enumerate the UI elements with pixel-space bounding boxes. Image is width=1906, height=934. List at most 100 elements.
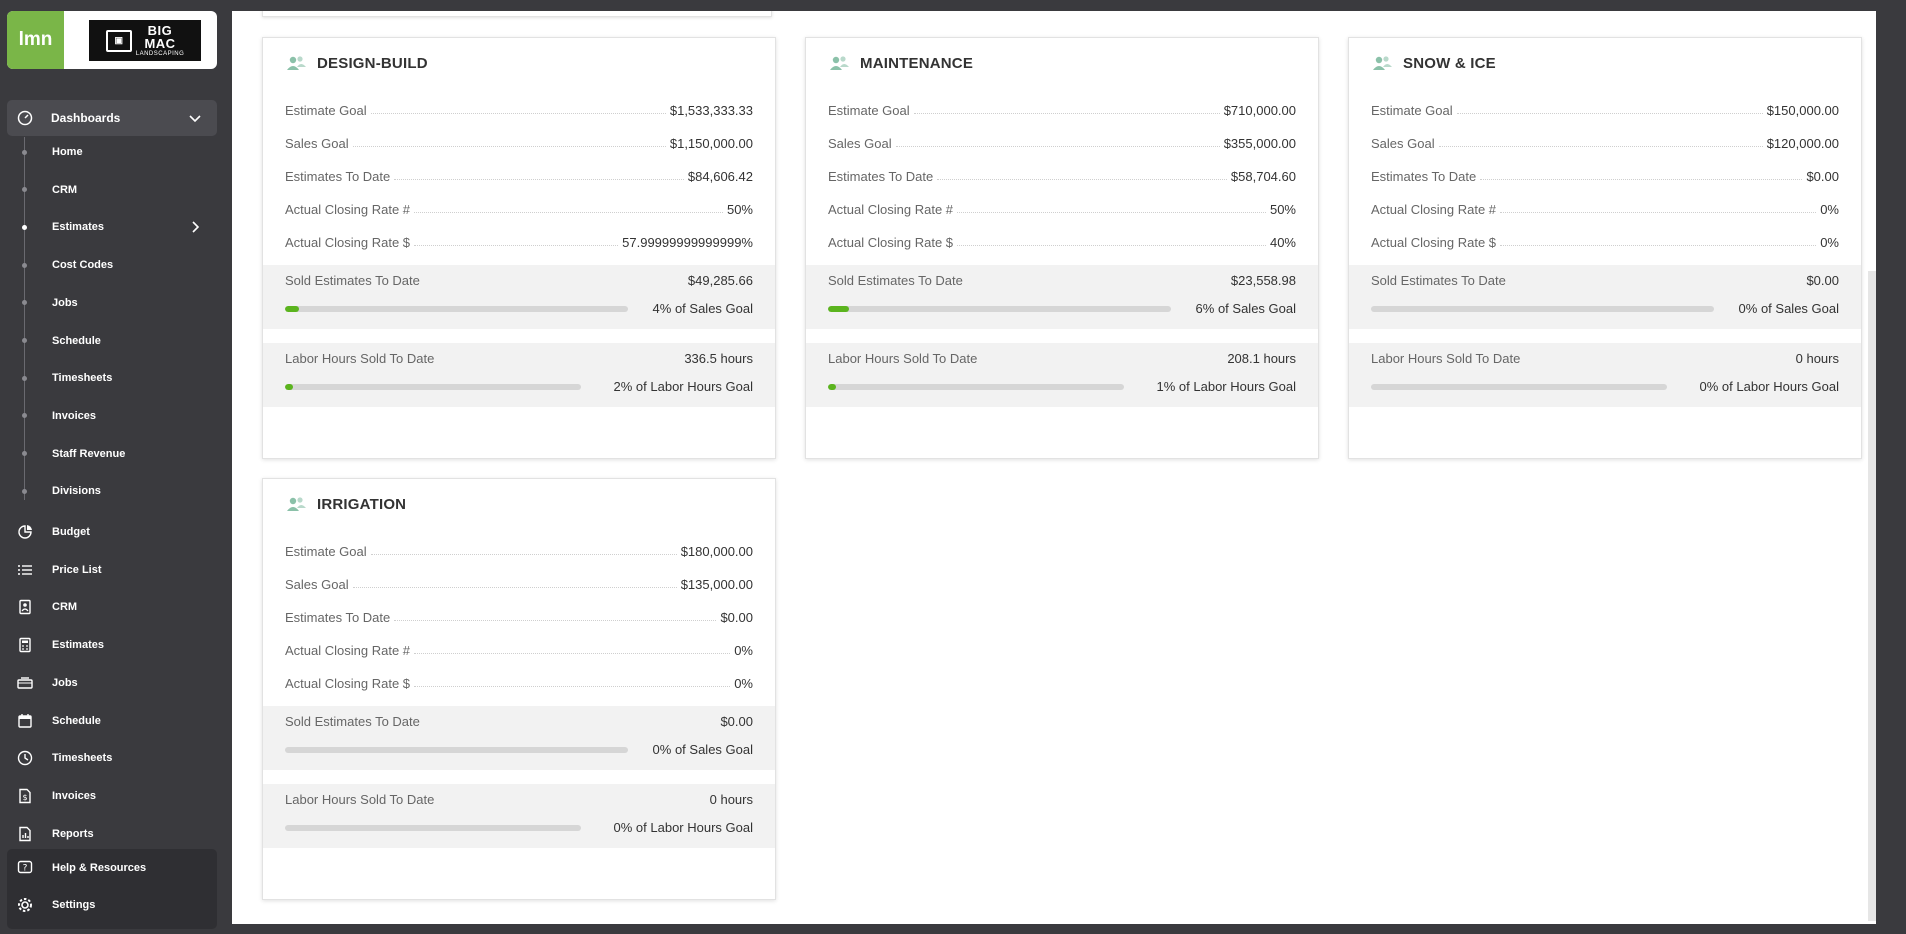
nav-item-help-resources[interactable]: ? Help & Resources	[0, 853, 232, 883]
subnav-item-jobs[interactable]: Jobs	[0, 288, 232, 318]
metric-value: 57.99999999999999%	[622, 235, 753, 250]
subnav-item-label: CRM	[52, 183, 78, 196]
metric-value: 0%	[1820, 235, 1839, 250]
sold-progress-track	[285, 305, 628, 312]
subnav-item-label: Jobs	[52, 296, 78, 309]
leader-dots	[1500, 212, 1817, 213]
labor-progress-fill	[285, 383, 293, 390]
subnav-item-invoices[interactable]: Invoices	[0, 401, 232, 431]
nav-item-estimates[interactable]: Estimates	[0, 630, 232, 660]
metric-value: 50%	[726, 202, 753, 217]
leader-dots	[414, 245, 619, 246]
card-header: SNOW & ICE	[1371, 52, 1496, 74]
tree-dot-icon	[22, 338, 27, 343]
nav-dashboards[interactable]: Dashboards	[7, 100, 217, 136]
sold-value: $23,558.98	[1230, 273, 1296, 288]
nav-item-settings[interactable]: Settings	[0, 890, 232, 920]
subnav-item-label: Divisions	[52, 485, 101, 498]
subnav-item-divisions[interactable]: Divisions	[0, 476, 232, 506]
nav-item-schedule[interactable]: Schedule	[0, 706, 232, 736]
leader-dots	[352, 587, 677, 588]
nav-item-label: CRM	[52, 601, 78, 614]
metric-row: Estimates To Date $58,704.60	[828, 166, 1296, 184]
metric-value: 0%	[734, 676, 753, 691]
nav-item-reports[interactable]: Reports	[0, 819, 232, 849]
list-icon	[18, 564, 32, 575]
users-icon	[287, 497, 306, 511]
metric-value: $84,606.42	[687, 169, 753, 184]
metric-row: Estimates To Date $0.00	[1371, 166, 1839, 184]
leader-dots	[1456, 113, 1763, 114]
nav-item-jobs[interactable]: Jobs	[0, 668, 232, 698]
nav-item-crm[interactable]: CRM	[0, 592, 232, 622]
metric-label: Sales Goal	[285, 136, 349, 151]
nav-item-label: Budget	[52, 526, 90, 538]
subnav-item-staff-revenue[interactable]: Staff Revenue	[0, 439, 232, 469]
chevron-right-icon[interactable]	[188, 220, 202, 234]
client-logo-line3: LANDSCAPING	[135, 51, 185, 57]
leader-dots	[370, 554, 677, 555]
subnav-item-label: Timesheets	[52, 372, 113, 385]
metric-label: Estimates To Date	[1371, 169, 1477, 184]
nav-item-invoices[interactable]: $ Invoices	[0, 781, 232, 811]
division-card-irrigation: IRRIGATION Estimate Goal $180,000.00 Sales …	[262, 478, 776, 900]
client-logo-mark-icon: ▣	[105, 29, 132, 52]
bottom-nav: ? Help & Resources Settings	[7, 849, 217, 929]
sold-value: $49,285.66	[687, 273, 753, 288]
card-title: MAINTENANCE	[860, 54, 974, 72]
labor-progress-track	[1371, 383, 1667, 390]
nav-item-price-list[interactable]: Price List	[0, 555, 232, 585]
subnav-item-schedule[interactable]: Schedule	[0, 326, 232, 356]
brand-logos[interactable]: lmn ▣ BIG MAC LANDSCAPING	[7, 11, 217, 69]
metric-value: $150,000.00	[1766, 103, 1839, 118]
sold-percent-label: 6% of Sales Goal	[1195, 301, 1296, 316]
division-card-snow-ice: SNOW & ICE Estimate Goal $150,000.00 Sales …	[1348, 37, 1862, 459]
metric-label: Sales Goal	[285, 577, 349, 592]
nav-item-label: Settings	[52, 899, 96, 911]
nav-item-label: Jobs	[52, 676, 78, 689]
metric-row: Actual Closing Rate $ 0%	[285, 673, 753, 691]
nav-item-timesheets[interactable]: Timesheets	[0, 743, 232, 773]
tree-dot-icon	[22, 187, 27, 193]
metric-row: Actual Closing Rate # 0%	[285, 640, 753, 658]
metric-row: Actual Closing Rate # 0%	[1371, 199, 1839, 217]
sold-label: Sold Estimates To Date	[285, 714, 420, 729]
card-header: MAINTENANCE	[828, 52, 973, 74]
labor-progress-section: Labor Hours Sold To Date 0 hours 0% of Lab…	[1349, 343, 1861, 407]
chevron-down-icon[interactable]	[187, 110, 203, 126]
leader-dots	[913, 113, 1220, 114]
labor-label: Labor Hours Sold To Date	[285, 792, 435, 807]
labor-progress-section: Labor Hours Sold To Date 336.5 hours 2% of…	[263, 343, 775, 407]
lmn-logo[interactable]: lmn	[7, 11, 64, 69]
subnav-item-label: Cost Codes	[52, 259, 114, 272]
labor-percent-label: 2% of Labor Hours Goal	[613, 379, 753, 394]
labor-value: 336.5 hours	[684, 351, 753, 366]
metric-label: Actual Closing Rate $	[828, 235, 954, 250]
subnav-item-crm[interactable]: CRM	[0, 175, 232, 205]
metric-label: Estimate Goal	[828, 103, 910, 118]
help-icon: ?	[17, 860, 33, 874]
svg-text:?: ?	[23, 864, 28, 874]
subnav-item-cost-codes[interactable]: Cost Codes	[0, 250, 232, 280]
metric-label: Actual Closing Rate $	[285, 676, 411, 691]
subnav-item-timesheets[interactable]: Timesheets	[0, 363, 232, 393]
metric-label: Estimate Goal	[285, 103, 367, 118]
subnav-item-estimates[interactable]: Estimates	[0, 212, 232, 242]
metric-row: Estimate Goal $180,000.00	[285, 541, 753, 559]
labor-value: 208.1 hours	[1227, 351, 1296, 366]
metric-row: Estimates To Date $84,606.42	[285, 166, 753, 184]
dashboard-content: DESIGN-BUILD Estimate Goal $1,533,333.33 Sa…	[232, 11, 1876, 924]
leader-dots	[895, 146, 1220, 147]
metric-row: Estimate Goal $710,000.00	[828, 100, 1296, 118]
metric-label: Estimate Goal	[285, 544, 367, 559]
subnav-item-home[interactable]: Home	[0, 137, 232, 167]
nav-item-budget[interactable]: Budget	[0, 517, 232, 547]
scrollbar[interactable]	[1868, 271, 1876, 921]
sold-progress-section: Sold Estimates To Date $23,558.98 6% of Sa…	[806, 265, 1318, 329]
leader-dots	[1480, 179, 1803, 180]
metric-label: Sales Goal	[1371, 136, 1435, 151]
tree-dot-icon	[22, 451, 27, 457]
metric-label: Actual Closing Rate #	[828, 202, 954, 217]
labor-value: 0 hours	[1795, 351, 1839, 366]
sold-progress-track	[285, 746, 628, 753]
